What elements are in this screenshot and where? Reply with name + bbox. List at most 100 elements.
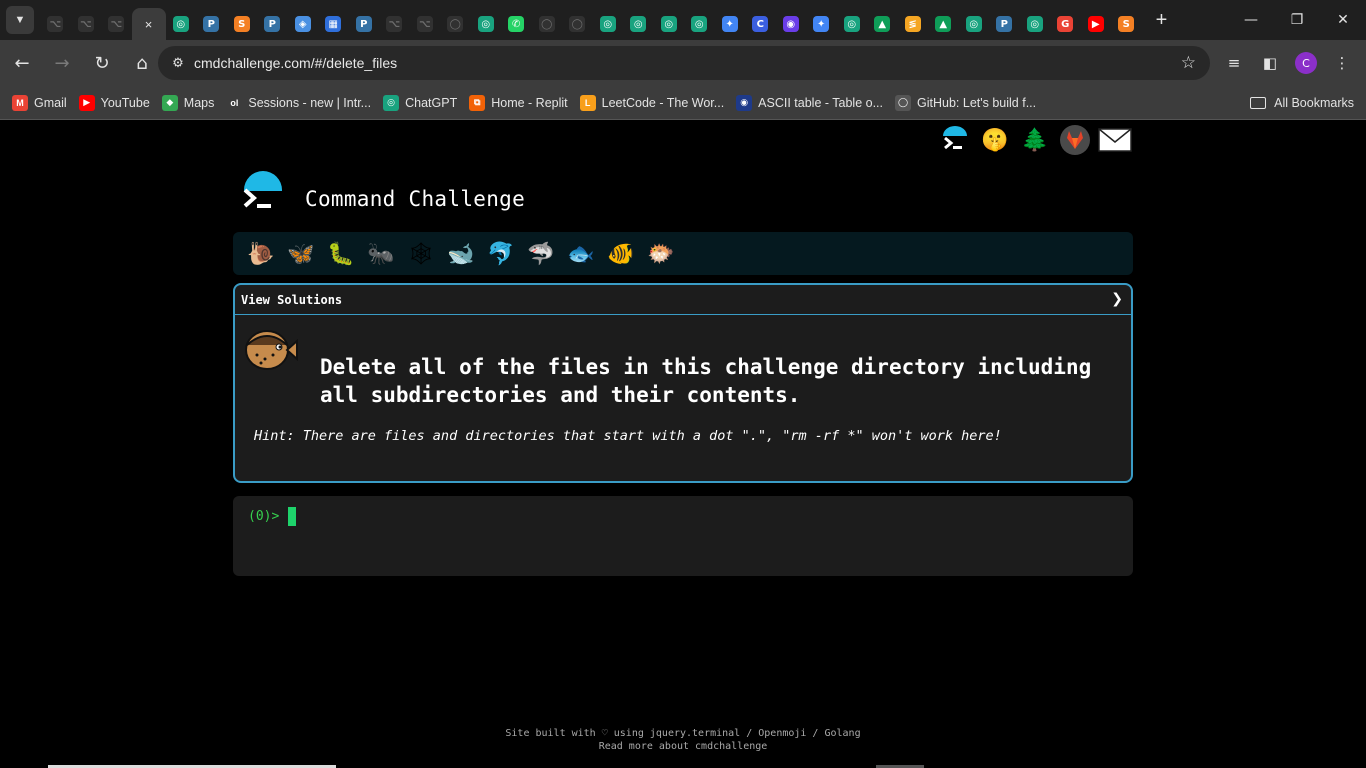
dolphin-icon[interactable]: 🐬 (481, 237, 521, 271)
tab[interactable]: ▶ (1081, 8, 1112, 40)
tab[interactable]: ⌥ (40, 8, 71, 40)
menu-kebab-icon[interactable]: ⋮ (1324, 45, 1360, 81)
tab-favicon-icon: ◎ (1026, 16, 1043, 32)
envelope-icon[interactable] (1098, 123, 1132, 157)
page-title: Command Challenge (305, 187, 526, 211)
evergreen-tree-icon[interactable]: 🌲 (1018, 123, 1052, 157)
url-text[interactable]: cmdchallenge.com/#/delete_files (194, 55, 397, 71)
terminal[interactable]: (0)> (233, 496, 1133, 576)
tab[interactable]: G (1050, 8, 1081, 40)
snail-icon[interactable]: 🐌 (241, 237, 281, 271)
tab[interactable]: ◈ (288, 8, 319, 40)
tab-favicon-icon: ⌥ (416, 16, 433, 32)
tab-favicon-icon: ◯ (569, 16, 586, 32)
tab[interactable]: ◎ (684, 8, 715, 40)
back-button[interactable]: ← (4, 45, 40, 81)
tab[interactable]: ▦ (318, 8, 349, 40)
bookmark-item[interactable]: ⧉ Home - Replit (469, 90, 568, 116)
tab[interactable]: S (1111, 8, 1142, 40)
tab[interactable]: ▲ (928, 8, 959, 40)
tab[interactable]: ◎ (471, 8, 502, 40)
fish-icon[interactable]: 🐟 (561, 237, 601, 271)
address-bar[interactable]: ⚙ cmdchallenge.com/#/delete_files ☆ (158, 46, 1210, 80)
tab[interactable]: S (227, 8, 258, 40)
tab[interactable]: ◎ (959, 8, 990, 40)
footer-credits: Site built with ♡ using jquery.terminal … (505, 728, 861, 739)
tab[interactable]: ▲ (867, 8, 898, 40)
tab[interactable]: ⌥ (71, 8, 102, 40)
tab[interactable]: ⌥ (379, 8, 410, 40)
terminal-cursor[interactable] (288, 507, 296, 526)
level-nav: 🐌 🦋 🐛 🐜 🕸 🐋 🐬 🦈 🐟 🐠 🐡 (233, 232, 1133, 275)
chevron-right-icon: ❯ (1111, 291, 1123, 307)
media-controls-icon[interactable]: ≡ (1216, 45, 1252, 81)
footer-read-more-link[interactable]: Read more about cmdchallenge (0, 740, 1366, 753)
tab[interactable]: ◯ (440, 8, 471, 40)
challenge-description: Delete all of the files in this challeng… (320, 355, 1092, 407)
close-tab-icon[interactable]: × (145, 17, 153, 32)
blowfish-icon[interactable]: 🐡 (641, 237, 681, 271)
shark-icon[interactable]: 🦈 (521, 237, 561, 271)
site-info-icon[interactable]: ⚙ (164, 55, 192, 71)
tab-favicon-icon: ◯ (447, 16, 464, 32)
tab[interactable]: P (349, 8, 380, 40)
tab-favicon-icon: ⌥ (386, 16, 403, 32)
forward-button[interactable]: → (44, 45, 80, 81)
butterfly-icon[interactable]: 🦋 (281, 237, 321, 271)
tab[interactable]: ◎ (1020, 8, 1051, 40)
tab[interactable]: ⌥ (410, 8, 441, 40)
side-panel-icon[interactable]: ◧ (1252, 45, 1288, 81)
hushed-face-icon[interactable]: 🤫 (978, 123, 1012, 157)
home-button[interactable]: ⌂ (124, 45, 160, 81)
tab-strip: ▼ ⌥ ⌥ ⌥ × ◎ P S P ◈ ▦ P ⌥ ⌥ ◯ ◎ ✆ ◯ ◯ ◎ ◎ ◎ ◎ ✦ C ◉ ✦ ◎ ▲ ≶ ▲ ◎ P ◎ G ▶ S +… (0, 0, 1366, 40)
ant-icon[interactable]: 🐜 (361, 237, 401, 271)
restore-button[interactable]: ❐ (1274, 0, 1320, 40)
tab[interactable]: ◎ (654, 8, 685, 40)
tab[interactable]: ✦ (806, 8, 837, 40)
tab[interactable]: ◎ (166, 8, 197, 40)
chevron-down-icon: ▼ (14, 14, 26, 26)
bookmark-item[interactable]: ◎ ChatGPT (383, 90, 457, 116)
tab[interactable]: ◯ (562, 8, 593, 40)
profile-avatar[interactable]: C (1295, 52, 1317, 74)
close-window-button[interactable]: ✕ (1320, 0, 1366, 40)
terminal-icon[interactable] (938, 123, 972, 157)
new-tab-button[interactable]: + (1148, 6, 1176, 34)
minimize-button[interactable]: — (1228, 0, 1274, 40)
bookmark-item[interactable]: ◉ ASCII table - Table o... (736, 90, 883, 116)
tab[interactable]: ◯ (532, 8, 563, 40)
arrow-left-icon: ← (14, 52, 30, 74)
tab-search-button[interactable]: ▼ (6, 6, 34, 34)
bookmark-star-icon[interactable]: ☆ (1181, 53, 1196, 73)
tab[interactable]: P (257, 8, 288, 40)
tab[interactable]: P (989, 8, 1020, 40)
all-bookmarks-button[interactable]: All Bookmarks (1250, 96, 1354, 110)
bookmark-item[interactable]: ◆ Maps (161, 90, 214, 116)
tab-active[interactable]: × (131, 8, 166, 40)
bookmark-item[interactable]: ▶ YouTube (78, 90, 150, 116)
bookmark-item[interactable]: M Gmail (12, 90, 67, 116)
reload-button[interactable]: ↻ (84, 45, 120, 81)
tab[interactable]: ✆ (501, 8, 532, 40)
bookmark-item[interactable]: ◯ GitHub: Let's build f... (895, 90, 1036, 116)
tab[interactable]: ✦ (715, 8, 746, 40)
gitlab-icon[interactable] (1058, 123, 1092, 157)
view-solutions-toggle[interactable]: View Solutions ❯ (235, 285, 1131, 315)
tab[interactable]: C (745, 8, 776, 40)
tab[interactable]: ◉ (776, 8, 807, 40)
tab[interactable]: ⌥ (101, 8, 132, 40)
bookmark-item[interactable]: ol Sessions - new | Intr... (226, 90, 371, 116)
bookmark-favicon-icon: ▶ (78, 94, 95, 111)
bookmark-item[interactable]: L LeetCode - The Wor... (579, 90, 724, 116)
spider-web-icon[interactable]: 🕸 (401, 237, 441, 271)
challenge-panel: View Solutions ❯ Delete all of the files… (233, 283, 1133, 483)
tab[interactable]: ◎ (593, 8, 624, 40)
tab[interactable]: ◎ (837, 8, 868, 40)
tropical-fish-icon[interactable]: 🐠 (601, 237, 641, 271)
tab[interactable]: ◎ (623, 8, 654, 40)
bug-icon[interactable]: 🐛 (321, 237, 361, 271)
tab-favicon-icon: ◎ (599, 16, 616, 32)
whale-icon[interactable]: 🐋 (441, 237, 481, 271)
tab[interactable]: P (196, 8, 227, 40)
tab[interactable]: ≶ (898, 8, 929, 40)
